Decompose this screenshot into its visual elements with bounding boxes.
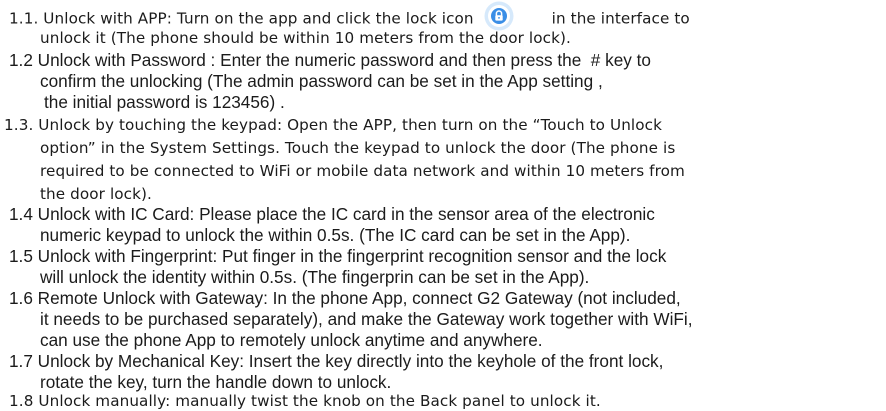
item-line: 1.4 Unlock with IC Card: Please place th… [9,204,655,224]
item-line: it needs to be purchased separately), an… [40,309,693,329]
item-line: required to be connected to WiFi or mobi… [40,162,685,180]
item-line: 1.3. Unlock by touching the keypad: Open… [4,116,662,134]
item-line: 1.2 Unlock with Password : Enter the num… [9,50,651,70]
unlock-methods-document: 1.1. Unlock with APP: Turn on the app an… [0,0,886,410]
item-line: the initial password is 123456) . [44,92,285,112]
item-line-text: 1.1. Unlock with APP: Turn on the app an… [9,9,474,28]
item-line: option” in the System Settings. Touch th… [40,139,676,157]
item-line: unlock it (The phone should be within 10… [40,29,571,47]
item-line-text: in the interface to [551,9,690,28]
item-line: 1.5 Unlock with Fingerprint: Put finger … [9,246,667,266]
item-line: will unlock the identity within 0.5s. (T… [40,267,590,287]
item-line: confirm the unlocking (The admin passwor… [40,71,603,91]
item-line: numeric keypad to unlock the within 0.5s… [40,225,631,245]
item-line: can use the phone App to remotely unlock… [40,330,543,350]
item-line: 1.8 Unlock manually: manually twist the … [9,392,601,410]
item-line: the door lock). [40,185,152,203]
item-line: 1.6 Remote Unlock with Gateway: In the p… [9,288,681,308]
item-line: 1.7 Unlock by Mechanical Key: Insert the… [9,351,664,371]
lock-icon [484,1,514,31]
item-line: rotate the key, turn the handle down to … [40,372,392,392]
